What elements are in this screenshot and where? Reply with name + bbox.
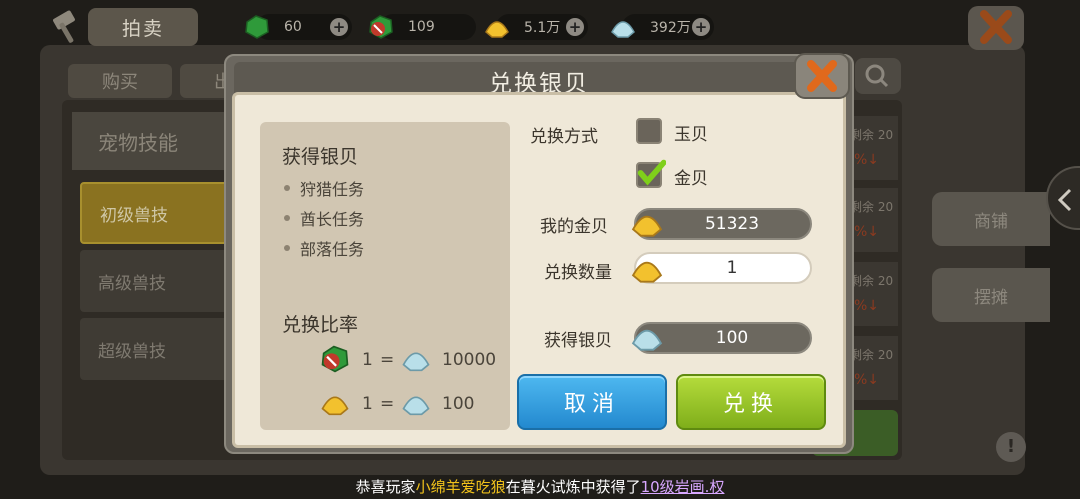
source-item: 狩猎任务 [284, 176, 364, 200]
category-basic-beast-skill[interactable]: 初级兽技 [80, 182, 230, 244]
chevron-left-icon [1057, 188, 1072, 212]
category-header: 宠物技能 [72, 112, 232, 170]
list-item: 剩余 20 %↓ [848, 188, 898, 252]
add-green-jade-button[interactable]: + [330, 18, 348, 36]
silver-shell-icon [402, 352, 430, 372]
rate-row-gold: 1 = 100 [318, 386, 508, 426]
gold-shell-icon [631, 261, 663, 283]
search-button[interactable] [855, 58, 901, 94]
cancel-button[interactable]: 取消 [517, 374, 667, 430]
resource-silver-shell: 392万 + [611, 14, 714, 40]
info-panel: 获得银贝 狩猎任务 酋长任务 部落任务 兑换比率 1 = 10000 1 = 1… [260, 122, 510, 430]
list-item: 剩余 20 %↓ [848, 336, 898, 400]
rate-row-jade: 1 = 10000 [318, 342, 508, 382]
gain-label: 获得银贝 [544, 331, 612, 351]
obtain-title: 获得银贝 [282, 146, 359, 168]
list-item: 剩余 20 %↓ [848, 116, 898, 180]
announcement-ticker: 恭喜玩家小绵羊爱吃狼在暮火试炼中获得了10级岩画.权 [355, 478, 725, 496]
close-auction-button[interactable] [968, 6, 1024, 50]
rate-title: 兑换比率 [282, 314, 359, 336]
silver-shell-icon [611, 21, 635, 38]
silver-shell-icon [402, 396, 430, 416]
resource-gold-shell: 5.1万 + [485, 14, 588, 40]
green-jade-icon [245, 15, 269, 39]
exchange-button[interactable]: 兑换 [676, 374, 826, 430]
category-super-beast-skill[interactable]: 超级兽技 [80, 318, 230, 380]
resource-no-trade-jade: 109 [369, 14, 476, 40]
gold-option-checkbox[interactable] [636, 159, 666, 188]
no-trade-jade-icon [369, 15, 393, 39]
jade-option-label[interactable]: 玉贝 [674, 120, 708, 145]
green-jade-count: 60 [284, 19, 302, 35]
resource-green-jade: 60 + [245, 14, 352, 40]
no-trade-jade-icon [321, 345, 349, 373]
auction-screen: 拍卖 60 + 109 5.1万 + 392万 + 购买 出 宠物技能 初级兽技… [0, 0, 1080, 499]
shop-side-button[interactable]: 商铺 [932, 192, 1050, 246]
add-gold-shell-button[interactable]: + [566, 18, 584, 36]
close-icon [980, 10, 1012, 44]
checkmark-icon [637, 159, 666, 186]
ticker-player-name[interactable]: 小绵羊爱吃狼 [416, 478, 506, 496]
auction-hammer-icon [53, 10, 75, 43]
info-button[interactable]: ! [996, 432, 1026, 462]
no-trade-jade-count: 109 [408, 19, 435, 35]
gold-shell-count: 5.1万 [524, 20, 561, 36]
dialog-close-button[interactable] [791, 48, 853, 104]
gold-shell-icon [321, 396, 349, 416]
silver-shell-count: 392万 [650, 20, 691, 36]
list-item: 剩余 20 %↓ [848, 262, 898, 326]
category-advanced-beast-skill[interactable]: 高级兽技 [80, 250, 230, 312]
gold-shell-icon [485, 21, 509, 38]
quantity-label: 兑换数量 [544, 263, 612, 283]
source-item: 部落任务 [284, 236, 364, 260]
source-item: 酋长任务 [284, 206, 364, 230]
ticker-item-link[interactable]: 10级岩画.权 [641, 478, 725, 496]
expand-side-button[interactable] [1046, 166, 1080, 230]
jade-option-checkbox[interactable] [636, 118, 662, 144]
exchange-silver-shell-dialog: 兑换银贝 获得银贝 狩猎任务 酋长任务 部落任务 兑换比率 1 = 10000 … [224, 53, 854, 454]
gold-shell-icon [631, 215, 663, 237]
auction-tab-title: 拍卖 [88, 8, 198, 46]
tab-buy[interactable]: 购买 [68, 64, 172, 98]
add-silver-shell-button[interactable]: + [692, 18, 710, 36]
method-label: 兑换方式 [530, 127, 598, 147]
silver-shell-icon [631, 329, 663, 351]
search-icon [865, 64, 889, 88]
my-gold-label: 我的金贝 [540, 217, 608, 237]
stall-side-button[interactable]: 摆摊 [932, 268, 1050, 322]
gold-option-label[interactable]: 金贝 [674, 164, 708, 189]
